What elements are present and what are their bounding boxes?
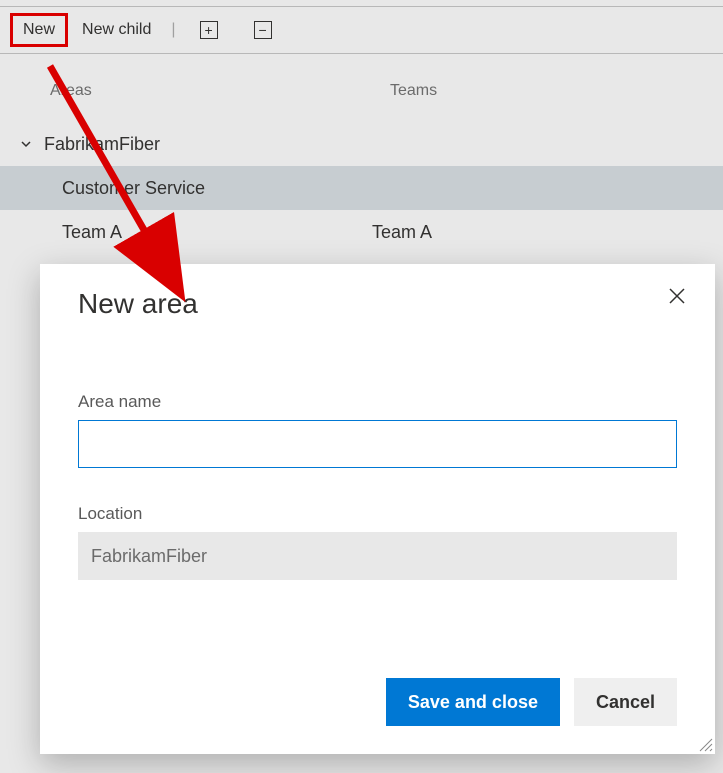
dialog-title: New area	[78, 288, 677, 320]
location-input[interactable]	[78, 532, 677, 580]
close-icon[interactable]	[667, 286, 691, 310]
dialog-actions: Save and close Cancel	[386, 678, 677, 726]
location-label: Location	[78, 504, 677, 524]
expand-icon[interactable]: +	[200, 21, 218, 39]
team-cell: Team A	[372, 222, 432, 243]
table-row[interactable]: Customer Service	[0, 166, 723, 210]
cancel-button[interactable]: Cancel	[574, 678, 677, 726]
table-row[interactable]: Team A Team A	[0, 210, 723, 254]
collapse-icon[interactable]: −	[254, 21, 272, 39]
new-button[interactable]: New	[10, 13, 68, 47]
new-area-dialog: New area Area name Location Save and clo…	[40, 264, 715, 754]
chevron-down-icon[interactable]	[20, 138, 38, 150]
new-button-label: New	[23, 21, 55, 39]
toolbar: New New child | + −	[0, 6, 723, 54]
column-header-teams[interactable]: Teams	[390, 82, 437, 100]
new-child-button-label: New child	[82, 21, 151, 39]
areas-table: Areas Teams FabrikamFiber Customer Servi…	[0, 54, 723, 254]
area-name-label: Area name	[78, 392, 677, 412]
toolbar-separator: |	[171, 21, 175, 39]
tree-root-row[interactable]: FabrikamFiber	[0, 122, 723, 166]
new-child-button[interactable]: New child	[68, 13, 165, 47]
tree-node-label: Team A	[62, 222, 372, 243]
table-header-row: Areas Teams	[0, 82, 723, 100]
save-and-close-button[interactable]: Save and close	[386, 678, 560, 726]
tree-root-label: FabrikamFiber	[44, 134, 354, 155]
tree-node-label: Customer Service	[62, 178, 372, 199]
column-header-areas[interactable]: Areas	[50, 82, 390, 100]
area-name-input[interactable]	[78, 420, 677, 468]
resize-grip-icon[interactable]	[699, 738, 713, 752]
